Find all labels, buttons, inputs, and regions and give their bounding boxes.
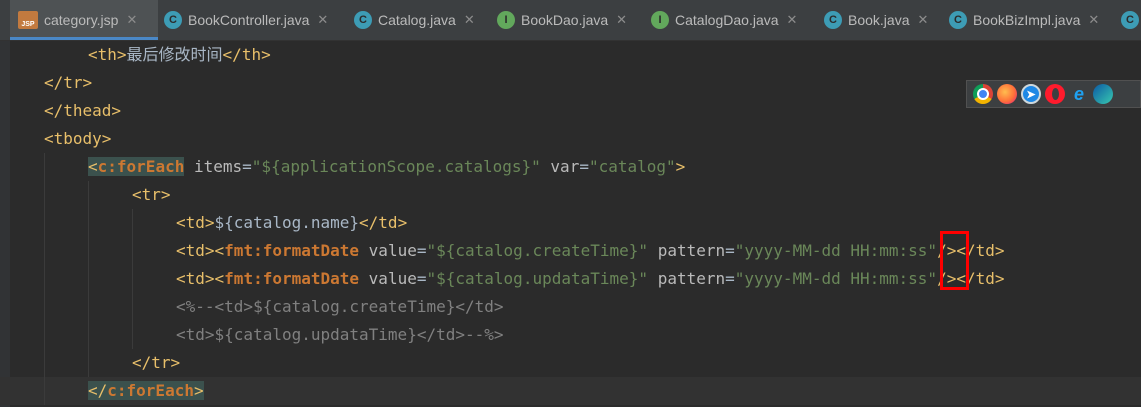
tab-label: BookBizImpl.java <box>973 12 1081 28</box>
tab-bookdao[interactable]: I BookDao.java ✕ <box>493 0 627 40</box>
close-icon[interactable]: ✕ <box>616 12 627 28</box>
firefox-icon[interactable] <box>997 84 1017 104</box>
editor-tab-bar: JSP category.jsp ✕ C BookController.java… <box>0 0 1141 41</box>
tab-label: Book.java <box>848 12 910 28</box>
close-icon[interactable]: ✕ <box>917 12 928 28</box>
code-line: </tr> <box>0 349 1141 377</box>
code-line-current: </c:forEach> <box>0 377 1141 405</box>
code-line: <td><fmt:formatDate value="${catalog.upd… <box>0 265 1141 293</box>
code-line: <th>最后修改时间</th> <box>88 45 271 64</box>
tab-book[interactable]: C Book.java ✕ <box>820 0 928 40</box>
tab-catalog[interactable]: C Catalog.java ✕ <box>350 0 475 40</box>
chrome-icon[interactable] <box>973 84 993 104</box>
tab-label: BookDao.java <box>521 12 609 28</box>
close-icon[interactable]: ✕ <box>317 12 328 28</box>
safari-icon[interactable]: ➤ <box>1021 84 1041 104</box>
close-icon[interactable]: ✕ <box>464 12 475 28</box>
opera-icon[interactable] <box>1045 84 1065 104</box>
code-line: <tr> <box>0 181 1141 209</box>
code-line: <%--<td>${catalog.createTime}</td> <box>0 293 1141 321</box>
code-line: <td><fmt:formatDate value="${catalog.cre… <box>0 237 1141 265</box>
code-line: <c:forEach items="${applicationScope.cat… <box>0 153 1141 181</box>
hh-highlight-box <box>940 231 969 290</box>
ie-icon[interactable]: e <box>1069 84 1089 104</box>
tab-label: category.jsp <box>44 12 119 28</box>
tab-label: BookController.java <box>188 12 310 28</box>
browser-preview-bar: ➤ e <box>966 80 1141 108</box>
class-icon: C <box>1121 11 1139 29</box>
class-icon: C <box>824 11 842 29</box>
tab-label: CatalogDao.java <box>675 12 779 28</box>
jsp-file-icon: JSP <box>18 11 38 29</box>
code-line: <td>${catalog.updataTime}</td>--%> <box>0 321 1141 349</box>
interface-icon: I <box>651 11 669 29</box>
tab-label: Catalog.java <box>378 12 456 28</box>
class-icon: C <box>354 11 372 29</box>
class-icon: C <box>164 11 182 29</box>
tab-category-jsp[interactable]: JSP category.jsp ✕ <box>10 0 158 40</box>
code-line: <td>${catalog.name}</td> <box>0 209 1141 237</box>
tab-bookbizimpl[interactable]: C BookBizImpl.java ✕ <box>945 0 1099 40</box>
code-line: <tbody> <box>44 129 112 148</box>
tab-bookcontroller[interactable]: C BookController.java ✕ <box>160 0 328 40</box>
edge-icon[interactable] <box>1093 84 1113 104</box>
tab-overflow[interactable]: C <box>1117 0 1141 40</box>
close-icon[interactable]: ✕ <box>1088 12 1099 28</box>
interface-icon: I <box>497 11 515 29</box>
close-icon[interactable]: ✕ <box>787 12 798 28</box>
tab-catalogdao[interactable]: I CatalogDao.java ✕ <box>647 0 797 40</box>
close-icon[interactable]: ✕ <box>126 12 137 28</box>
class-icon: C <box>949 11 967 29</box>
